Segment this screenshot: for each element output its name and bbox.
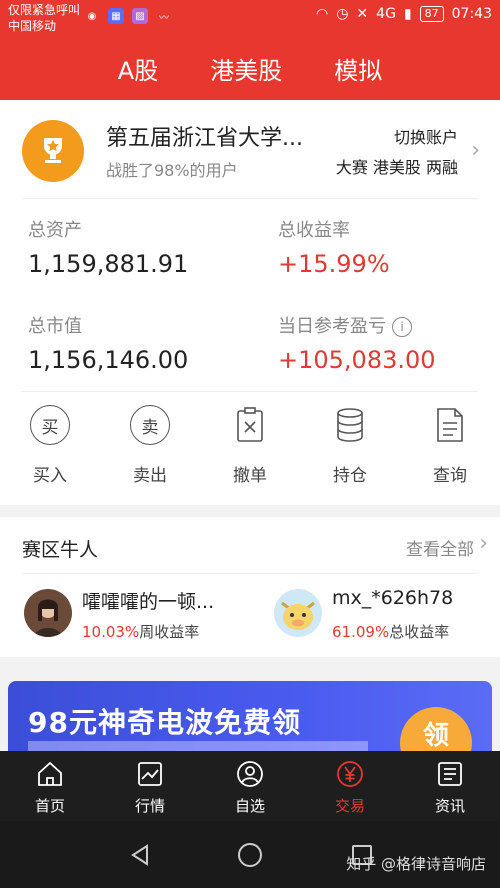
headphone-icon: ◠ (315, 6, 329, 22)
nav-market[interactable]: 行情 (100, 751, 200, 821)
clock: 07:43 (451, 6, 492, 22)
buy-label: 买入 (33, 466, 67, 486)
system-nav-bar: 知乎 @格律诗音响店 (0, 821, 500, 888)
cancel-order-icon (230, 405, 270, 445)
contest-title[interactable]: 第五届浙江省大学... (106, 120, 303, 152)
database-icon (330, 405, 370, 445)
cancel-order-button[interactable]: 撤单 (200, 405, 300, 495)
info-icon[interactable]: i (392, 317, 412, 337)
app-notification-icon: ▦ (108, 8, 124, 24)
avatar (24, 589, 72, 637)
buy-icon: 买 (30, 405, 70, 445)
battery-icon: 87 (419, 6, 444, 22)
activity-icon: 〰 (159, 12, 169, 24)
chevron-right-icon[interactable]: › (479, 531, 488, 556)
bottom-nav: 首页 行情 自选 交易 资讯 (0, 751, 500, 821)
chevron-right-icon[interactable]: › (471, 138, 480, 163)
banner-text: 98元神奇电波免费领 (28, 706, 301, 739)
query-label: 查询 (433, 466, 467, 486)
account-card: 第五届浙江省大学... 战胜了98%的用户 切换账户 大赛 港美股 两融 › 总… (0, 100, 500, 505)
document-icon (430, 405, 470, 445)
divider (22, 391, 478, 392)
nav-home[interactable]: 首页 (0, 751, 100, 821)
carrier-name: 中国移动 (8, 19, 57, 33)
tab-a-shares[interactable]: A股 (118, 51, 158, 86)
alarm-icon: ◷ (336, 6, 349, 22)
performer-stat: 10.03%周收益率 (82, 621, 199, 642)
mute-icon: ✕ (356, 6, 369, 22)
divider (22, 198, 478, 199)
performer-name: mx_*626h78 (332, 587, 454, 609)
yen-icon (335, 759, 365, 789)
query-button[interactable]: 查询 (400, 405, 500, 495)
trophy-icon (22, 120, 84, 182)
home-button-icon[interactable] (236, 841, 264, 869)
avatar (274, 589, 322, 637)
nav-label: 自选 (234, 797, 265, 815)
sell-icon: 卖 (130, 405, 170, 445)
nav-trade[interactable]: 交易 (300, 751, 400, 821)
news-icon (435, 759, 465, 789)
tab-hk-us[interactable]: 港美股 (210, 51, 282, 86)
return-percent: 61.09% (332, 623, 390, 641)
contest-rank: 战胜了98%的用户 (106, 161, 238, 180)
daily-pnl-label: 当日参考盈亏 (278, 316, 386, 337)
market-value-value: 1,156,146.00 (28, 346, 189, 374)
promo-banner[interactable]: 98元神奇电波免费领 领 (8, 681, 492, 751)
trade-actions: 买 买入 卖 卖出 撤单 持仓 查询 (0, 405, 500, 495)
nav-label: 首页 (34, 797, 65, 815)
return-percent: 10.03% (82, 623, 140, 641)
divider (22, 573, 478, 574)
buy-button[interactable]: 买 买入 (0, 405, 100, 495)
market-value-label: 总市值 (28, 316, 82, 337)
cancel-order-label: 撤单 (233, 466, 267, 486)
nav-label: 资讯 (434, 797, 465, 815)
sell-label: 卖出 (133, 466, 167, 486)
switch-account-button[interactable]: 切换账户 (394, 124, 458, 148)
market-tabs: A股 港美股 模拟 (0, 36, 500, 100)
emergency-text: 仅限紧急呼叫 (8, 3, 81, 17)
back-icon[interactable] (126, 841, 154, 869)
nav-label: 交易 (334, 797, 365, 815)
nav-label: 行情 (134, 797, 165, 815)
user-icon (235, 759, 265, 789)
nav-news[interactable]: 资讯 (400, 751, 500, 821)
network-type: 4G (376, 6, 396, 22)
status-bar: 仅限紧急呼叫 中国移动 ◉ ▦ ▨ 〰 ◠ ◷ ✕ 4G ▮ 87 07:43 (0, 0, 500, 36)
top-performers-section: 赛区牛人 查看全部 › 嚯嚯嚯的一顿... 10.03%周收益率 mx_*626… (0, 517, 500, 657)
performer-name: 嚯嚯嚯的一顿... (82, 591, 215, 613)
weibo-icon: ◉ (87, 10, 97, 22)
claim-button[interactable]: 领 (400, 707, 472, 751)
performer-stat: 61.09%总收益率 (332, 621, 449, 642)
chart-icon (135, 759, 165, 789)
positions-label: 持仓 (333, 466, 367, 486)
total-assets-label: 总资产 (28, 220, 82, 241)
status-right: ◠ ◷ ✕ 4G ▮ 87 07:43 (316, 6, 492, 22)
return-type: 总收益率 (389, 623, 450, 641)
positions-button[interactable]: 持仓 (300, 405, 400, 495)
notification-icons: ◉ ▦ ▨ 〰 (84, 8, 172, 24)
return-type: 周收益率 (139, 623, 200, 641)
nav-watchlist[interactable]: 自选 (200, 751, 300, 821)
total-assets-value: 1,159,881.91 (28, 250, 189, 278)
account-tags[interactable]: 大赛 港美股 两融 (336, 154, 458, 178)
banner-subtext (28, 741, 368, 751)
carrier-info: 仅限紧急呼叫 中国移动 (8, 2, 80, 34)
watermark: 知乎 @格律诗音响店 (346, 855, 486, 873)
total-return-label: 总收益率 (278, 220, 350, 241)
sell-button[interactable]: 卖 卖出 (100, 405, 200, 495)
section-title: 赛区牛人 (22, 539, 99, 561)
view-all-link[interactable]: 查看全部 (406, 535, 474, 560)
gallery-icon: ▨ (132, 8, 148, 24)
daily-pnl-row: 当日参考盈亏 i (278, 312, 412, 338)
tab-simulation[interactable]: 模拟 (334, 51, 382, 86)
daily-pnl-value: +105,083.00 (278, 346, 436, 374)
home-icon (35, 759, 65, 789)
total-return-value: +15.99% (278, 250, 390, 278)
signal-icon: ▮ (403, 6, 412, 22)
